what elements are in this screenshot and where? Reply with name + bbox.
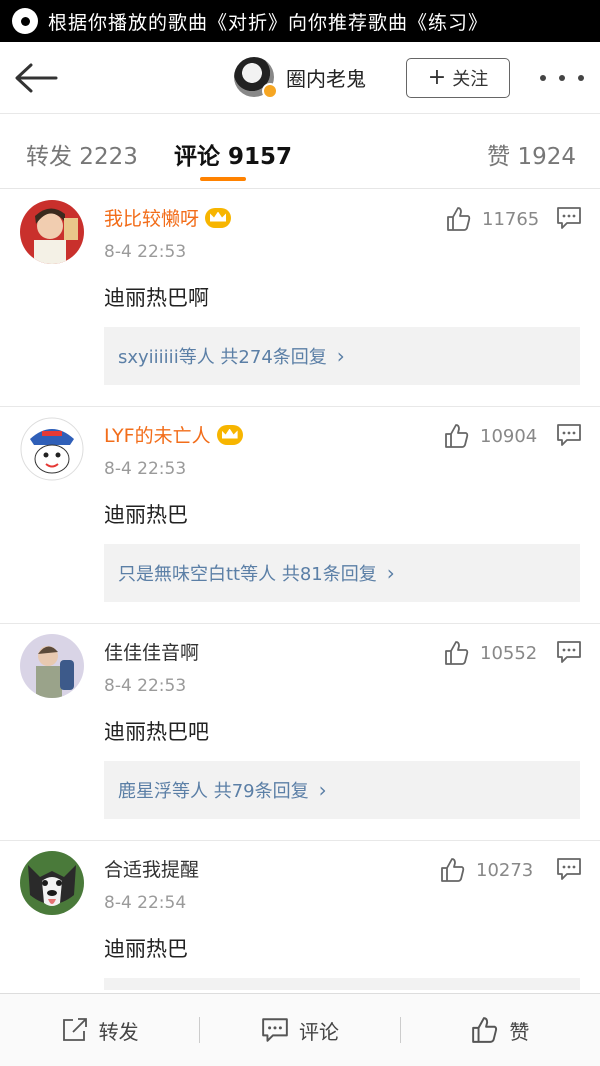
reply-comment-icon[interactable] (556, 423, 582, 447)
tab-comments-label: 评论 9157 (174, 144, 293, 170)
comment-label: 评论 (298, 1019, 339, 1044)
back-arrow-icon[interactable] (14, 62, 58, 94)
more-options-icon[interactable] (540, 66, 584, 90)
user-avatar[interactable] (20, 634, 84, 698)
top-navigation-bar: 圈内老鬼 + 关注 (0, 42, 600, 114)
comment-icon (262, 1018, 288, 1042)
like-button[interactable]: 11765 (446, 206, 539, 232)
like-post-button[interactable]: 赞 (401, 994, 600, 1066)
post-tabs: 转发 2223 评论 9157 赞 1924 (0, 115, 600, 189)
reply-comment-icon[interactable] (556, 857, 582, 881)
username[interactable]: 我比较懒呀 (104, 204, 232, 231)
vip-crown-icon (205, 207, 232, 228)
replies-summary[interactable]: 只是無味空白tt等人 共81条回复 › (104, 544, 580, 602)
user-avatar[interactable] (20, 200, 84, 264)
comment-list[interactable]: 我比较懒呀 8-4 22:53 迪丽热巴啊 11765 sxyiiiiii等人 … (0, 190, 600, 990)
tab-likes[interactable]: 赞 1924 (487, 137, 576, 171)
replies-summary[interactable]: 鹿星浮等人 共79条回复 › (104, 761, 580, 819)
user-avatar[interactable] (20, 417, 84, 481)
username[interactable]: 佳佳佳音啊 (104, 638, 199, 665)
comment-text: 迪丽热巴 (104, 503, 188, 527)
comment-text: 迪丽热巴吧 (104, 720, 209, 744)
comment-button[interactable]: 评论 (200, 994, 399, 1066)
thumbs-up-icon (441, 858, 465, 882)
like-count: 11765 (482, 208, 540, 230)
comment-item: 我比较懒呀 8-4 22:53 迪丽热巴啊 11765 sxyiiiiii等人 … (0, 190, 600, 407)
like-count: 10552 (480, 642, 538, 664)
replies-text: 只是無味空白tt等人 共81条回复 (118, 564, 377, 585)
like-count: 10904 (480, 425, 538, 447)
plus-icon: + (427, 65, 447, 90)
like-button[interactable]: 10273 (440, 857, 533, 883)
thumbs-up-icon (447, 207, 471, 231)
active-tab-indicator (200, 177, 246, 181)
verified-badge-icon (262, 83, 278, 99)
comment-item: 佳佳佳音啊 8-4 22:53 迪丽热巴吧 10552 鹿星浮等人 共79条回复… (0, 624, 600, 841)
like-button[interactable]: 10552 (444, 640, 537, 666)
tab-comments[interactable]: 评论 9157 (174, 137, 293, 181)
like-label: 赞 (509, 1019, 530, 1044)
music-disc-icon (12, 8, 38, 34)
repost-button[interactable]: 转发 (0, 994, 199, 1066)
thumbs-up-icon (445, 424, 469, 448)
author-avatar[interactable] (234, 57, 278, 99)
repost-label: 转发 (98, 1019, 139, 1044)
share-icon (62, 1018, 87, 1041)
comment-item: LYF的未亡人 8-4 22:53 迪丽热巴 10904 只是無味空白tt等人 … (0, 407, 600, 624)
thumbs-up-icon (472, 1017, 498, 1043)
comment-time: 8-4 22:53 (104, 459, 187, 479)
notification-text: 根据你播放的歌曲《对折》向你推荐歌曲《练习》 (48, 11, 489, 34)
username[interactable]: LYF的未亡人 (104, 421, 243, 448)
music-notification-bar[interactable]: 根据你播放的歌曲《对折》向你推荐歌曲《练习》 (0, 0, 600, 42)
replies-text: 鹿星浮等人 共79条回复 (118, 781, 309, 802)
vip-crown-icon (216, 424, 243, 445)
chevron-right-icon: › (318, 778, 327, 802)
comment-item: 合适我提醒 8-4 22:54 迪丽热巴 10273 (0, 841, 600, 990)
follow-label: 关注 (452, 69, 489, 90)
like-count: 10273 (476, 859, 534, 881)
replies-text: sxyiiiiii等人 共274条回复 (118, 347, 327, 368)
bottom-action-bar: 转发 评论 赞 (0, 993, 600, 1066)
user-avatar[interactable] (20, 851, 84, 915)
reply-comment-icon[interactable] (556, 640, 582, 664)
tab-repost[interactable]: 转发 2223 (26, 137, 138, 171)
comment-time: 8-4 22:53 (104, 676, 187, 696)
chevron-right-icon: › (336, 344, 345, 368)
author-info[interactable]: 圈内老鬼 (234, 57, 366, 99)
author-name[interactable]: 圈内老鬼 (286, 63, 366, 92)
comment-time: 8-4 22:54 (104, 893, 187, 913)
reply-comment-icon[interactable] (556, 206, 582, 230)
comment-time: 8-4 22:53 (104, 242, 187, 262)
replies-summary[interactable]: sxyiiiiii等人 共274条回复 › (104, 327, 580, 385)
thumbs-up-icon (445, 641, 469, 665)
chevron-right-icon: › (386, 561, 395, 585)
replies-summary-partial[interactable] (104, 978, 580, 990)
comment-text: 迪丽热巴啊 (104, 286, 209, 310)
comment-text: 迪丽热巴 (104, 937, 188, 961)
username[interactable]: 合适我提醒 (104, 855, 199, 882)
like-button[interactable]: 10904 (444, 423, 537, 449)
follow-button[interactable]: + 关注 (406, 58, 510, 98)
